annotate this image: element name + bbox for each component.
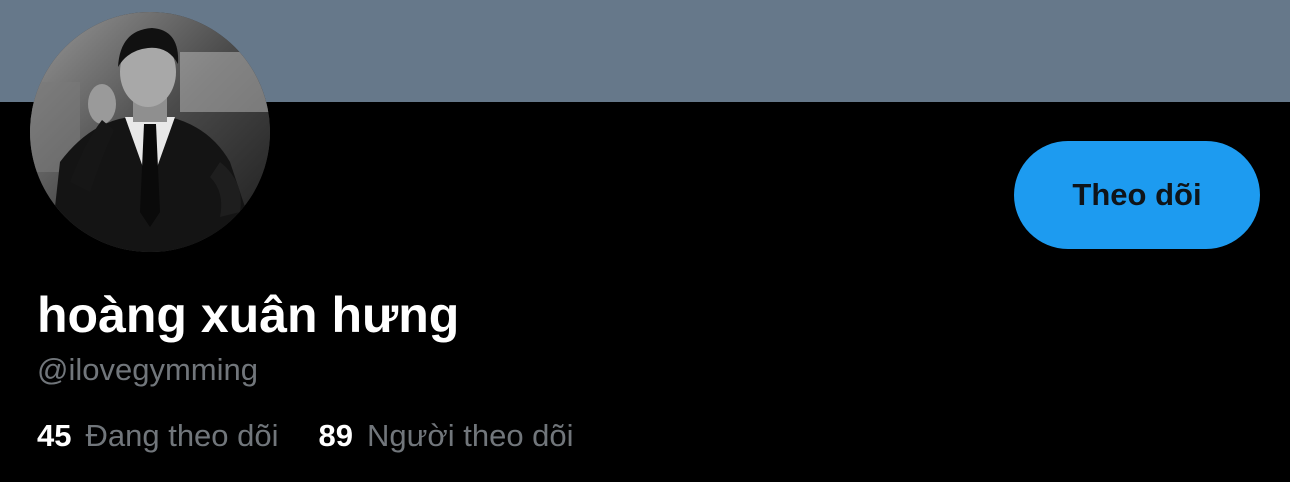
profile-avatar[interactable] (30, 12, 270, 252)
follow-button[interactable]: Theo dõi (1014, 141, 1260, 249)
profile-header: Theo dõi hoàng xuân hưng @ilovegymming 4… (0, 0, 1290, 482)
followers-count: 89 (318, 418, 354, 453)
profile-stats: 45 Đang theo dõi 89 Người theo dõi (37, 416, 614, 456)
avatar-photo (30, 12, 270, 252)
followers-label: Người theo dõi (367, 418, 574, 453)
following-label: Đang theo dõi (85, 418, 279, 453)
followers-link[interactable]: 89 Người theo dõi (319, 416, 574, 456)
profile-display-name: hoàng xuân hưng (37, 287, 460, 343)
following-link[interactable]: 45 Đang theo dõi (37, 416, 279, 456)
profile-handle: @ilovegymming (37, 352, 258, 387)
following-count: 45 (37, 418, 72, 453)
